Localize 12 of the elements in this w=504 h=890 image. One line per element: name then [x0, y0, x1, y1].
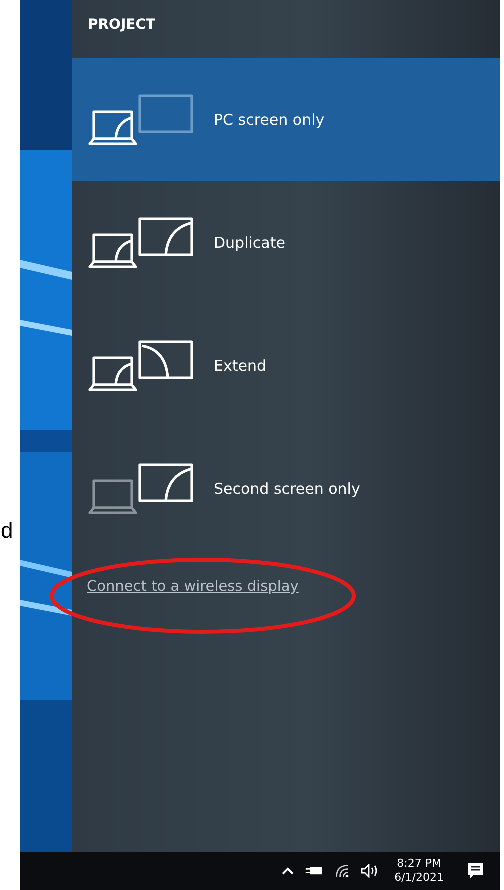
panel-title: PROJECT	[87, 16, 157, 35]
project-option[interactable]: Extend	[72, 304, 500, 427]
project-option[interactable]: PC screen only	[72, 58, 500, 181]
chevron-up-icon[interactable]	[280, 866, 295, 876]
clock-time: 8:27 PM	[397, 857, 442, 871]
project-option[interactable]: Second screen only	[72, 427, 500, 550]
clock-date: 6/1/2021	[394, 871, 444, 885]
project-option[interactable]: Duplicate	[72, 181, 500, 304]
volume-icon[interactable]	[360, 864, 379, 878]
cut-off-text: d	[1, 518, 14, 543]
wireless-display-link[interactable]: Connect to a wireless display	[87, 579, 299, 595]
notifications-icon[interactable]	[466, 861, 486, 881]
